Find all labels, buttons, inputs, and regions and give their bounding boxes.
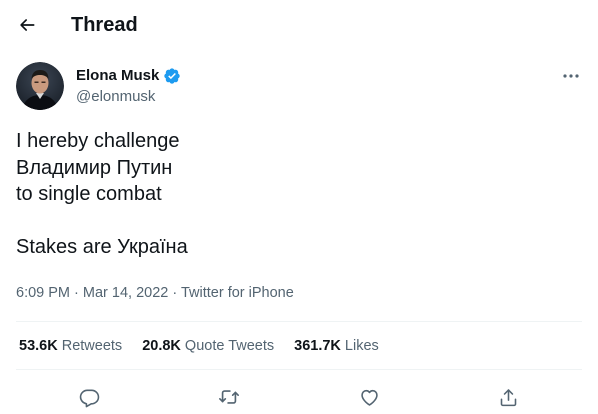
stat-count: 361.7K [294, 338, 341, 354]
stat-label: Likes [344, 338, 379, 354]
like-icon [359, 387, 380, 408]
thread-header: Thread [0, 0, 598, 50]
author-name-row: Elona Musk [76, 67, 181, 85]
retweet-icon [218, 386, 240, 408]
quote-tweets-stat[interactable]: 20.8K Quote Tweets [142, 337, 274, 355]
retweets-stat[interactable]: 53.6K Retweets [19, 337, 122, 355]
more-horizontal-icon [562, 73, 580, 79]
tweet-line: Stakes are Україна [16, 235, 188, 258]
page-title: Thread [71, 14, 138, 36]
retweet-button[interactable] [215, 383, 243, 411]
tweet-line: to single combat [16, 183, 162, 205]
tweet-line: I hereby challenge [16, 130, 180, 152]
likes-stat[interactable]: 361.7K Likes [294, 337, 379, 355]
reply-button[interactable] [75, 383, 103, 411]
arrow-left-icon [17, 15, 37, 35]
tweet-time[interactable]: 6:09 PM [16, 285, 70, 301]
more-options-button[interactable] [556, 63, 586, 89]
stat-count: 53.6K [19, 338, 58, 354]
author-handle[interactable]: @elonmusk [76, 88, 155, 106]
stat-label: Quote Tweets [184, 338, 275, 354]
meta-separator: · [70, 285, 83, 301]
reply-icon [79, 387, 100, 408]
back-button[interactable] [10, 8, 44, 42]
tweet-actions [0, 380, 598, 414]
engagement-stats: 53.6K Retweets 20.8K Quote Tweets 361.7K… [19, 337, 399, 355]
divider [16, 369, 582, 370]
tweet-meta: 6:09 PM · Mar 14, 2022 · Twitter for iPh… [16, 284, 294, 302]
like-button[interactable] [355, 383, 383, 411]
meta-separator: · [168, 285, 181, 301]
tweet-source[interactable]: Twitter for iPhone [181, 285, 294, 301]
tweet-line: Владимир Путин [16, 156, 173, 179]
author-name[interactable]: Elona Musk [76, 67, 159, 85]
tweet-date[interactable]: Mar 14, 2022 [83, 285, 168, 301]
avatar[interactable] [16, 62, 64, 110]
stat-count: 20.8K [142, 338, 181, 354]
verified-badge-icon [163, 67, 181, 85]
share-button[interactable] [494, 383, 522, 411]
divider [16, 321, 582, 322]
share-icon [498, 387, 519, 408]
stat-label: Retweets [61, 338, 123, 354]
tweet-text: I hereby challenge Владимир Путин to sin… [16, 128, 576, 260]
